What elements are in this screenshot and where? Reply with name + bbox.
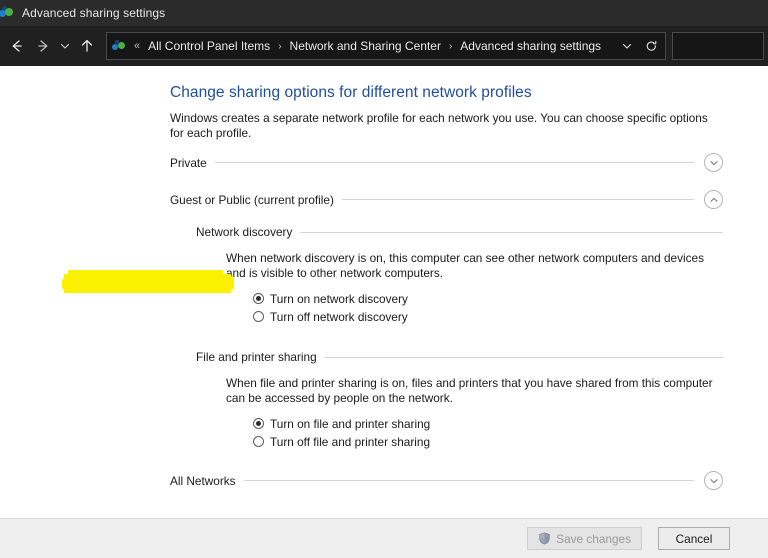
dialog-footer: Save changes Cancel	[0, 518, 768, 558]
page-description: Windows creates a separate network profi…	[170, 111, 712, 141]
profile-group-all-networks-label: All Networks	[170, 474, 244, 488]
section-file-and-printer-sharing-title: File and printer sharing	[196, 350, 325, 364]
network-sharing-icon	[0, 5, 16, 21]
radio-turn-off-file-and-printer-sharing[interactable]: Turn off file and printer sharing	[253, 434, 430, 449]
breadcrumb-overflow-icon[interactable]: «	[134, 40, 140, 52]
highlight-annotation-edge-left	[62, 278, 68, 290]
breadcrumb-separator-icon: ›	[278, 41, 281, 52]
address-dropdown-icon[interactable]	[615, 33, 639, 59]
breadcrumb-separator-icon: ›	[449, 41, 452, 52]
main-content: Change sharing options for different net…	[0, 66, 768, 518]
section-file-and-printer-sharing-body: When file and printer sharing is on, fil…	[226, 376, 723, 449]
refresh-icon[interactable]	[639, 33, 663, 59]
radio-indicator-icon	[253, 436, 264, 447]
radio-group-file-and-printer-sharing: Turn on file and printer sharing Turn of…	[253, 416, 723, 449]
radio-indicator-icon	[253, 418, 264, 429]
radio-turn-on-file-and-printer-sharing[interactable]: Turn on file and printer sharing	[253, 416, 430, 431]
profile-group-private[interactable]: Private	[170, 153, 723, 172]
uac-shield-icon	[538, 532, 551, 545]
breadcrumb-item-all-control-panel-items[interactable]: All Control Panel Items	[146, 37, 272, 55]
recent-locations-button[interactable]	[56, 32, 74, 60]
radio-turn-off-network-discovery-label: Turn off network discovery	[270, 310, 408, 324]
radio-indicator-icon	[253, 311, 264, 322]
profile-group-guest-or-public-label: Guest or Public (current profile)	[170, 193, 342, 207]
divider	[342, 199, 694, 200]
radio-turn-on-network-discovery[interactable]: Turn on network discovery	[253, 291, 408, 306]
breadcrumb-item-network-and-sharing-center[interactable]: Network and Sharing Center	[288, 37, 443, 55]
divider	[244, 480, 694, 481]
profile-group-all-networks[interactable]: All Networks	[170, 471, 723, 490]
radio-turn-off-file-and-printer-sharing-label: Turn off file and printer sharing	[270, 435, 430, 449]
advanced-sharing-settings-window: Advanced sharing settings	[0, 0, 768, 558]
divider	[325, 357, 723, 358]
window-title: Advanced sharing settings	[22, 6, 165, 20]
section-file-and-printer-sharing-description: When file and printer sharing is on, fil…	[226, 376, 716, 406]
back-button[interactable]	[4, 32, 30, 60]
title-bar: Advanced sharing settings	[0, 0, 768, 26]
up-button[interactable]	[74, 32, 100, 60]
search-input[interactable]	[672, 32, 764, 60]
address-network-sharing-icon	[112, 39, 128, 53]
section-file-and-printer-sharing: File and printer sharing When file and p…	[196, 350, 723, 449]
section-network-discovery: Network discovery When network discovery…	[196, 225, 723, 324]
address-bar[interactable]: « All Control Panel Items › Network and …	[106, 32, 666, 60]
section-network-discovery-header: Network discovery	[196, 225, 723, 239]
cancel-label: Cancel	[676, 532, 713, 546]
chevron-up-icon[interactable]	[704, 190, 723, 209]
save-changes-button[interactable]: Save changes	[527, 527, 642, 550]
chevron-down-icon[interactable]	[704, 471, 723, 490]
profile-group-private-label: Private	[170, 156, 215, 170]
cancel-button[interactable]: Cancel	[658, 527, 730, 550]
radio-turn-off-network-discovery[interactable]: Turn off network discovery	[253, 309, 408, 324]
navigation-toolbar: « All Control Panel Items › Network and …	[0, 26, 768, 66]
section-network-discovery-description: When network discovery is on, this compu…	[226, 251, 716, 281]
radio-turn-on-file-and-printer-sharing-label: Turn on file and printer sharing	[270, 417, 430, 431]
radio-indicator-icon	[253, 293, 264, 304]
forward-button[interactable]	[30, 32, 56, 60]
section-network-discovery-title: Network discovery	[196, 225, 300, 239]
section-network-discovery-body: When network discovery is on, this compu…	[226, 251, 723, 324]
page-title: Change sharing options for different net…	[170, 84, 768, 102]
divider	[300, 232, 723, 233]
save-changes-label: Save changes	[556, 532, 631, 546]
radio-group-network-discovery: Turn on network discovery Turn off netwo…	[253, 291, 723, 324]
section-file-and-printer-sharing-header: File and printer sharing	[196, 350, 723, 364]
chevron-down-icon[interactable]	[704, 153, 723, 172]
divider	[215, 162, 694, 163]
breadcrumb-item-advanced-sharing-settings[interactable]: Advanced sharing settings	[458, 37, 603, 55]
radio-turn-on-network-discovery-label: Turn on network discovery	[270, 292, 408, 306]
profile-group-guest-or-public[interactable]: Guest or Public (current profile)	[170, 190, 723, 209]
